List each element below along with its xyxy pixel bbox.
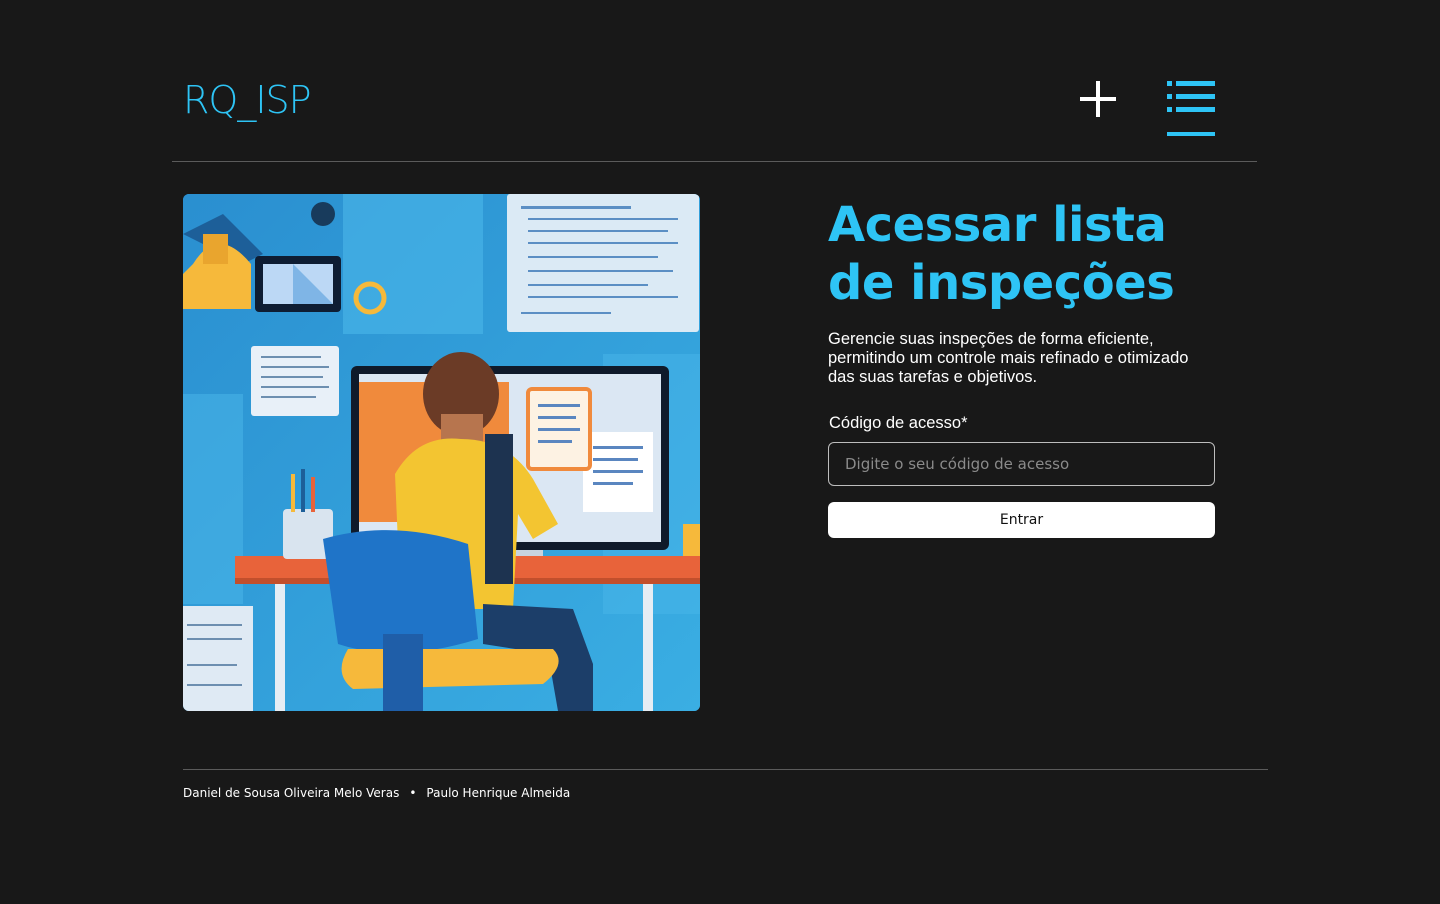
page-description: Gerencie suas inspeções de forma eficien… (828, 330, 1189, 386)
header-divider (172, 161, 1257, 162)
logo[interactable]: RQ_ISP (183, 78, 312, 122)
add-button[interactable] (1077, 78, 1119, 120)
access-code-input[interactable] (828, 442, 1215, 486)
footer-divider (183, 769, 1268, 770)
footer-credits: Daniel de Sousa Oliveira Melo Veras • Paul… (183, 786, 570, 801)
list-button[interactable] (1165, 80, 1217, 138)
hero-illustration (183, 194, 700, 711)
author-name: Daniel de Sousa Oliveira Melo Veras (183, 786, 400, 800)
submit-button[interactable]: Entrar (828, 502, 1215, 538)
separator-dot: • (409, 786, 417, 800)
plus-icon (1080, 81, 1116, 117)
author-name: Paulo Henrique Almeida (426, 786, 571, 800)
access-code-label: Código de acesso* (829, 414, 968, 432)
list-icon (1167, 81, 1215, 136)
page-title: Acessar lista de inspeções (828, 197, 1175, 311)
